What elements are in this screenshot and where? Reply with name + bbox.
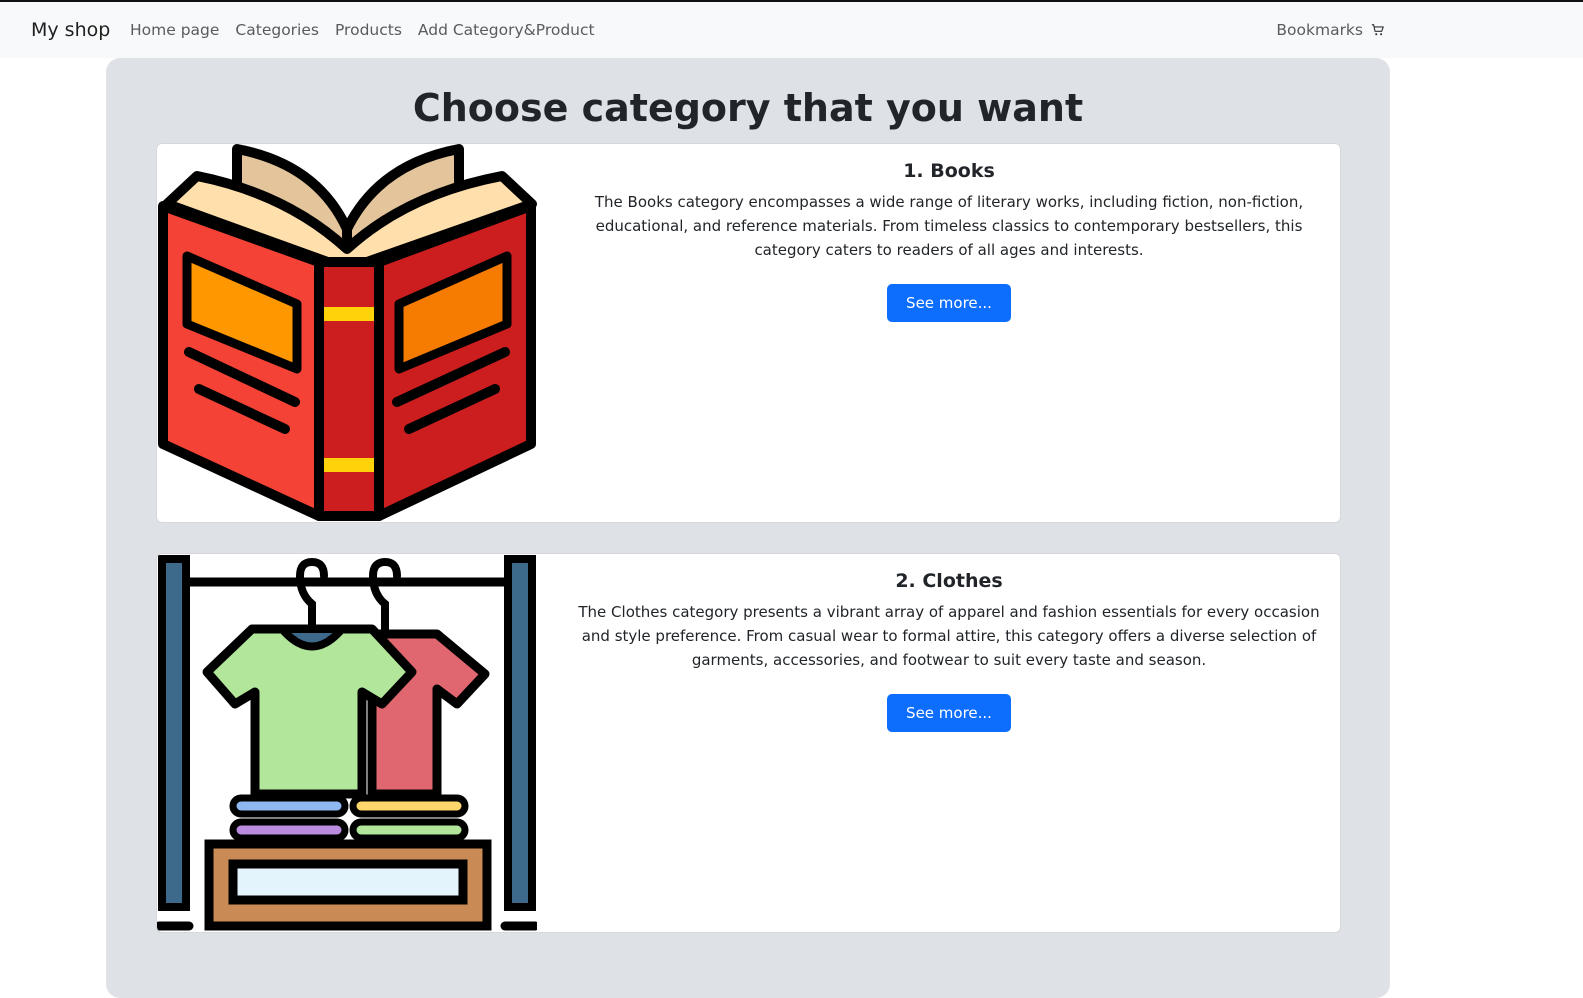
brand-link[interactable]: My shop xyxy=(31,19,110,41)
category-title: 1. Books xyxy=(903,160,995,182)
nav-products-link[interactable]: Products xyxy=(335,21,402,39)
cart-icon xyxy=(1371,24,1384,36)
category-title: 2. Clothes xyxy=(895,570,1003,592)
category-card-books: 1. Books The Books category encompasses … xyxy=(156,143,1341,523)
category-card-body: 1. Books The Books category encompasses … xyxy=(569,160,1329,322)
nav-categories-link[interactable]: Categories xyxy=(235,21,319,39)
page-title: Choose category that you want xyxy=(412,86,1084,130)
nav-links: Home page Categories Products Add Catego… xyxy=(130,21,595,39)
see-more-button[interactable]: See more... xyxy=(887,284,1011,322)
bookmarks-label: Bookmarks xyxy=(1276,21,1363,39)
nav-home-link[interactable]: Home page xyxy=(130,21,219,39)
category-description: The Clothes category presents a vibrant … xyxy=(578,603,1320,669)
navbar: My shop Home page Categories Products Ad… xyxy=(0,2,1583,58)
see-more-button[interactable]: See more... xyxy=(887,694,1011,732)
category-card-body: 2. Clothes The Clothes category presents… xyxy=(569,570,1329,732)
clothes-rack-icon xyxy=(157,555,537,931)
category-card-clothes: 2. Clothes The Clothes category presents… xyxy=(156,553,1341,933)
nav-add-category-product-link[interactable]: Add Category&Product xyxy=(418,21,595,39)
category-description: The Books category encompasses a wide ra… xyxy=(594,193,1304,259)
bookmarks-link[interactable]: Bookmarks xyxy=(1276,21,1385,39)
open-book-icon xyxy=(158,144,537,521)
